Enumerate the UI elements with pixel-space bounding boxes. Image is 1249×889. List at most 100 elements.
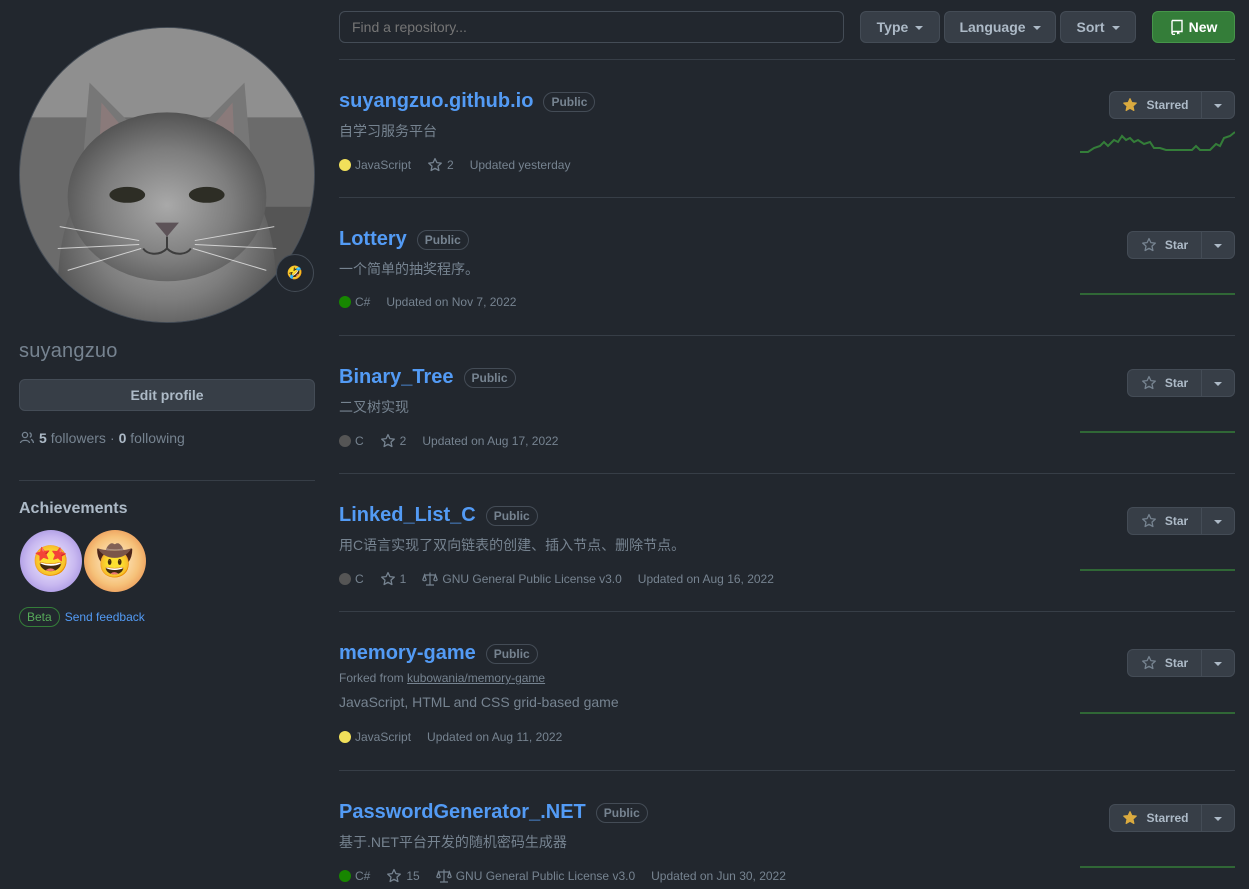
followers-count: 5	[39, 430, 47, 446]
star-button-group: Starred	[1109, 804, 1235, 832]
repo-updated: Updated on Aug 11, 2022	[427, 730, 563, 744]
caret-down-icon	[1032, 26, 1041, 30]
star-lists-dropdown[interactable]	[1202, 508, 1234, 534]
star-toggle-button[interactable]: Star	[1128, 508, 1202, 534]
repo-name-link[interactable]: Linked_List_C	[339, 504, 476, 527]
visibility-badge: Public	[485, 505, 538, 526]
repo-meta-row: C# Updated on Nov 7, 2022	[339, 295, 532, 309]
sort-filter-button[interactable]: Sort	[1060, 11, 1136, 43]
following-link[interactable]: 0 following	[119, 430, 185, 446]
repo-stargazers-link[interactable]: 15	[386, 868, 420, 884]
type-filter-button[interactable]: Type	[860, 11, 940, 43]
caret-down-icon	[1111, 26, 1120, 30]
star-icon	[380, 433, 395, 448]
star-lists-dropdown[interactable]	[1202, 232, 1234, 258]
repo-updated: Updated on Nov 7, 2022	[386, 295, 517, 309]
filter-divider	[339, 59, 1235, 60]
star-button-group: Star	[1127, 507, 1235, 535]
repo-name-link[interactable]: Binary_Tree	[339, 366, 454, 389]
repo-updated: Updated yesterday	[469, 158, 571, 172]
repo-stargazers-link[interactable]: 2	[427, 157, 454, 173]
law-icon	[435, 869, 452, 883]
activity-sparkline	[1080, 569, 1235, 571]
repo-language: C#	[339, 869, 370, 883]
repo-language-label: C	[355, 434, 364, 448]
star-toggle-button[interactable]: Star	[1128, 650, 1202, 676]
repo-divider	[339, 335, 1235, 336]
find-repository-input[interactable]	[339, 11, 844, 43]
activity-sparkline	[1080, 431, 1235, 433]
language-filter-button[interactable]: Language	[944, 11, 1056, 43]
caret-down-icon	[1214, 104, 1222, 108]
repo-title-row: Binary_Tree Public	[339, 366, 516, 389]
star-filled-icon	[1123, 811, 1138, 825]
star-lists-dropdown[interactable]	[1202, 805, 1234, 831]
star-button-label: Star	[1164, 514, 1189, 528]
repo-name-link[interactable]: suyangzuo.github.io	[339, 90, 533, 113]
star-button-group: Star	[1127, 231, 1235, 259]
achievements-beta-row: Beta Send feedback	[19, 607, 145, 627]
repo-language-label: JavaScript	[355, 158, 412, 172]
repo-stargazers-link[interactable]: 2	[380, 433, 406, 449]
following-label: following	[130, 430, 185, 446]
repo-license-label: GNU General Public License v3.0	[455, 869, 636, 883]
star-filled-icon	[1123, 98, 1138, 112]
repo-description: 一个简单的抽奖程序。	[339, 261, 479, 277]
repo-license-label: GNU General Public License v3.0	[442, 572, 622, 586]
star-icon	[428, 157, 442, 172]
profile-username: suyangzuo	[19, 340, 118, 362]
repo-title-row: Lottery Public	[339, 228, 469, 251]
repo-description: 二叉树实现	[339, 399, 409, 415]
activity-sparkline	[1080, 293, 1235, 295]
forked-from-link[interactable]: kubowania/memory-game	[407, 671, 545, 685]
repo-filter-bar: Type Language Sort New	[339, 11, 1235, 43]
repo-stars-count: 1	[399, 572, 407, 586]
repo-name-link[interactable]: memory-game	[339, 642, 476, 665]
visibility-badge: Public	[543, 91, 596, 112]
type-filter-label: Type	[876, 19, 909, 35]
cowboy-emoji-icon: 🤠	[96, 544, 134, 578]
caret-down-icon	[1214, 382, 1222, 386]
new-repository-button[interactable]: New	[1152, 11, 1235, 43]
repo-divider	[339, 770, 1235, 771]
visibility-badge: Public	[485, 643, 538, 664]
followers-link[interactable]: 5 followers	[39, 430, 106, 446]
star-toggle-button[interactable]: Star	[1128, 370, 1202, 396]
star-button-label: Star	[1164, 376, 1189, 390]
visibility-badge: Public	[595, 802, 648, 823]
star-toggle-button[interactable]: Starred	[1110, 805, 1202, 831]
language-color-dot	[339, 435, 351, 447]
achievement-badge-starstruck[interactable]: 🤩	[20, 530, 82, 592]
star-lists-dropdown[interactable]	[1202, 92, 1234, 118]
edit-profile-button[interactable]: Edit profile	[19, 379, 315, 411]
repo-title-row: Linked_List_C Public	[339, 504, 538, 527]
repo-meta-row: C 2 Updated on Aug 17, 2022	[339, 433, 574, 449]
star-toggle-button[interactable]: Starred	[1110, 92, 1202, 118]
repo-name-link[interactable]: PasswordGenerator_.NET	[339, 801, 586, 824]
repo-stargazers-link[interactable]: 1	[380, 571, 407, 587]
repo-language: C	[339, 434, 364, 448]
star-toggle-button[interactable]: Star	[1128, 232, 1202, 258]
repo-language: JavaScript	[339, 730, 411, 744]
caret-down-icon	[1214, 244, 1222, 248]
repo-divider	[339, 611, 1235, 612]
followers-label: followers	[50, 430, 106, 446]
repo-description: JavaScript, HTML and CSS grid-based game	[339, 694, 619, 710]
language-filter-label: Language	[959, 19, 1026, 35]
star-icon	[380, 571, 395, 586]
forked-from-prefix: Forked from	[339, 671, 404, 685]
repo-language-label: C#	[355, 869, 371, 883]
avatar[interactable]	[19, 27, 315, 323]
following-count: 0	[118, 430, 127, 446]
star-lists-dropdown[interactable]	[1202, 370, 1234, 396]
achievement-badge-yolo[interactable]: 🤠	[84, 530, 146, 592]
repo-description: 自学习服务平台	[339, 123, 437, 139]
repo-description: 基于.NET平台开发的随机密码生成器	[339, 834, 567, 850]
repo-name-link[interactable]: Lottery	[339, 228, 407, 251]
send-feedback-link[interactable]: Send feedback	[65, 610, 145, 624]
repo-stars-count: 2	[447, 158, 454, 172]
star-button-label: Starred	[1146, 811, 1189, 825]
beta-badge: Beta	[19, 607, 60, 627]
star-lists-dropdown[interactable]	[1202, 650, 1234, 676]
status-emoji-button[interactable]: 🤣	[276, 254, 314, 292]
